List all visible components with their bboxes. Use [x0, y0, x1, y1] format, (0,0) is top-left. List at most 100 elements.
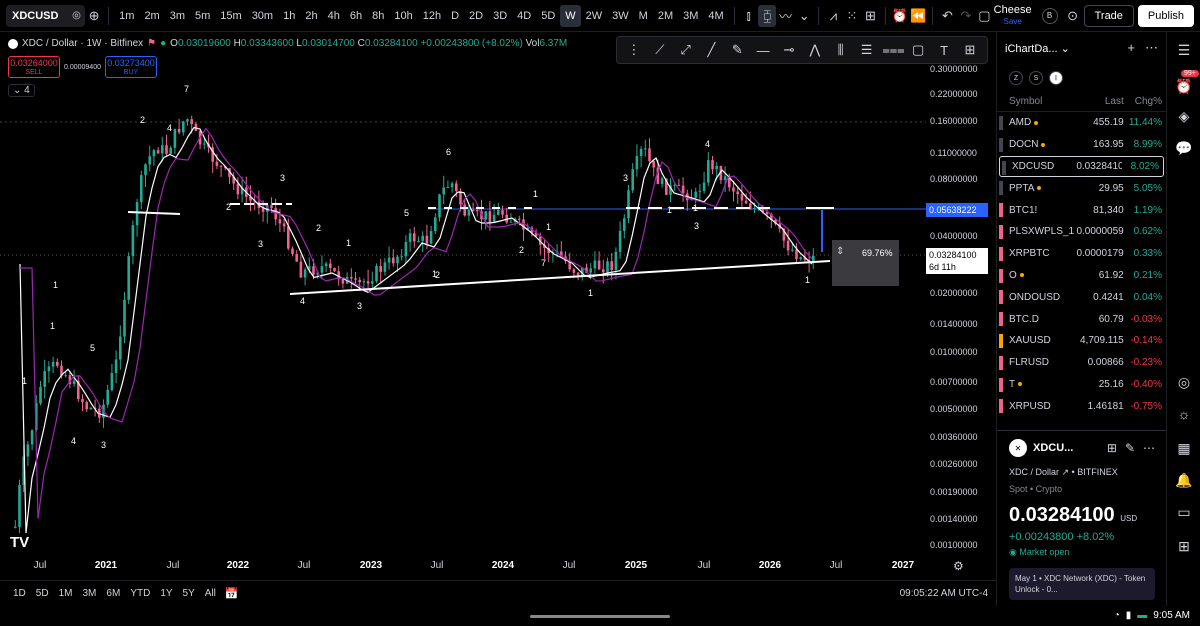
wave-label[interactable]: 2	[140, 115, 145, 125]
range-ytd[interactable]: YTD	[125, 588, 155, 599]
wave-label[interactable]: 2	[316, 223, 321, 233]
timeframe-1h[interactable]: 1h	[278, 5, 300, 27]
symbol-search[interactable]: XDCUSD ◎	[6, 4, 85, 27]
settings-icon[interactable]: ⊙	[1062, 5, 1084, 27]
filter-i[interactable]: I	[1049, 71, 1063, 85]
account-name[interactable]: Cheese Save	[994, 4, 1032, 27]
watchlist-row[interactable]: XDCUSD 0.03284100 8.02%	[999, 155, 1164, 178]
parallel-channel-icon[interactable]: ⩶	[882, 42, 904, 58]
wave-label[interactable]: 3	[101, 440, 106, 450]
wave-label[interactable]: 3	[280, 173, 285, 183]
wave-label[interactable]: 4	[705, 139, 710, 149]
chart-pane[interactable]: XDC / Dollar · 1W · Bitfinex ⚑ ● O0.0301…	[0, 32, 996, 580]
clock[interactable]: 09:05:22 AM UTC-4	[900, 588, 988, 599]
trend-line-icon[interactable]: ⟋	[650, 42, 670, 58]
templates-icon[interactable]: ⁙	[843, 5, 861, 27]
ray-icon[interactable]: ⤢	[676, 42, 696, 58]
settings-icon[interactable]: ⚙	[953, 559, 964, 573]
more-icon[interactable]: ⋯	[1145, 40, 1158, 56]
timeframe-4m[interactable]: 4M	[703, 5, 728, 27]
indicators-icon[interactable]: 〰	[776, 5, 794, 27]
timeframe-3m[interactable]: 3m	[165, 5, 190, 27]
wave-label[interactable]: 1	[805, 275, 810, 285]
chat-bubble-icon[interactable]: ▭	[1175, 504, 1193, 522]
flag-marker[interactable]	[999, 246, 1003, 261]
alerts-icon[interactable]: ⏰	[1175, 78, 1193, 96]
watchlist-row[interactable]: BTC1! 81,340 1.19%	[997, 199, 1166, 221]
flag-marker[interactable]	[999, 181, 1003, 196]
watchlist-row[interactable]: BTC.D 60.79 -0.03%	[997, 308, 1166, 330]
timeframe-15m[interactable]: 15m	[215, 5, 246, 27]
flag-marker[interactable]	[999, 268, 1003, 283]
filter-s[interactable]: S	[1029, 71, 1043, 85]
timeframe-1m[interactable]: 1m	[114, 5, 139, 27]
col-symbol[interactable]: Symbol	[1009, 96, 1076, 107]
range-5y[interactable]: 5Y	[178, 588, 200, 599]
horizontal-ray-icon[interactable]: ⊸	[779, 42, 799, 58]
extended-line-icon[interactable]: ╱	[701, 42, 721, 58]
flag-marker[interactable]	[999, 290, 1003, 305]
flag-marker[interactable]	[999, 137, 1003, 152]
wave-label[interactable]: 1	[53, 280, 58, 290]
timeframe-2m[interactable]: 2M	[653, 5, 678, 27]
wave-label[interactable]: 1	[693, 203, 698, 213]
wave-label[interactable]: 2	[435, 270, 440, 280]
range-1m[interactable]: 1M	[54, 588, 78, 599]
target-icon[interactable]: ◎	[1175, 374, 1193, 392]
watchlist-row[interactable]: T 25.16 -0.40%	[997, 374, 1166, 396]
wave-label[interactable]: 5	[404, 208, 409, 218]
wave-label[interactable]: 1	[50, 321, 55, 331]
timeframe-3d[interactable]: 3D	[488, 5, 512, 27]
wave-label[interactable]: 2	[519, 245, 524, 255]
horizontal-line-icon[interactable]: —	[753, 43, 773, 58]
calendar-icon[interactable]: 📅	[225, 587, 239, 600]
timeframe-6h[interactable]: 6h	[345, 5, 367, 27]
timeframe-10h[interactable]: 10h	[389, 5, 417, 27]
timeframe-2m[interactable]: 2m	[139, 5, 164, 27]
flag-marker[interactable]	[999, 116, 1003, 130]
flag-marker[interactable]	[999, 355, 1003, 370]
wave-label[interactable]: 4	[300, 296, 305, 306]
alert-icon[interactable]: ⏰	[890, 5, 908, 27]
layout-icon[interactable]: ⊞	[1175, 538, 1193, 556]
flag-icon[interactable]: ⚑	[147, 38, 156, 49]
fullscreen-icon[interactable]: ▢	[975, 5, 993, 27]
timeframe-5m[interactable]: 5m	[190, 5, 215, 27]
layers-icon[interactable]: ◈	[1175, 108, 1193, 126]
wave-label[interactable]: 4	[71, 436, 76, 446]
event-banner[interactable]: May 1 • XDC Network (XDC) - Token Unlock…	[1009, 568, 1155, 600]
chat-icon[interactable]: 💬	[1175, 140, 1193, 158]
wave-label[interactable]: 3	[623, 173, 628, 183]
wave-label[interactable]: 1	[546, 222, 551, 232]
watchlist-icon[interactable]: ☰	[1175, 42, 1193, 60]
timeframe-4d[interactable]: 4D	[512, 5, 536, 27]
timeframe-5d[interactable]: 5D	[536, 5, 560, 27]
timeframe-8h[interactable]: 8h	[367, 5, 389, 27]
watchlist-row[interactable]: XRPBTC 0.0000179 0.33%	[997, 243, 1166, 265]
range-6m[interactable]: 6M	[101, 588, 125, 599]
watchlist-name[interactable]: iChartDa... ⌄	[1005, 42, 1070, 55]
compare-icon[interactable]: ⌄	[795, 5, 813, 27]
measure-box[interactable]: ⇕ 69.76%	[832, 240, 899, 286]
indicators-toggle[interactable]: ⌄ 4	[8, 84, 35, 97]
notifications-icon[interactable]: 🔔	[1175, 472, 1193, 490]
wave-label[interactable]: 5	[90, 343, 95, 353]
pencil-icon[interactable]: ✎	[727, 42, 747, 58]
wave-label[interactable]: 2	[226, 202, 231, 212]
timeframe-d[interactable]: D	[446, 5, 464, 27]
wave-label[interactable]: 1	[346, 238, 351, 248]
flag-marker[interactable]	[999, 333, 1003, 348]
plus-icon[interactable]: +	[1127, 40, 1135, 56]
grid-icon[interactable]: ⊞	[1107, 441, 1117, 455]
wave-label[interactable]: 3	[258, 239, 263, 249]
trade-button[interactable]: Trade	[1083, 4, 1134, 27]
wave-label[interactable]: 1	[588, 288, 593, 298]
flag-marker[interactable]	[999, 203, 1003, 218]
flag-marker[interactable]	[999, 377, 1003, 392]
filter-z[interactable]: Z	[1009, 71, 1023, 85]
publish-button[interactable]: Publish	[1137, 4, 1194, 27]
timeframe-2h[interactable]: 2h	[300, 5, 322, 27]
timeframe-3m[interactable]: 3M	[678, 5, 703, 27]
timeframe-2w[interactable]: 2W	[581, 5, 608, 27]
flag-marker[interactable]	[999, 399, 1003, 414]
